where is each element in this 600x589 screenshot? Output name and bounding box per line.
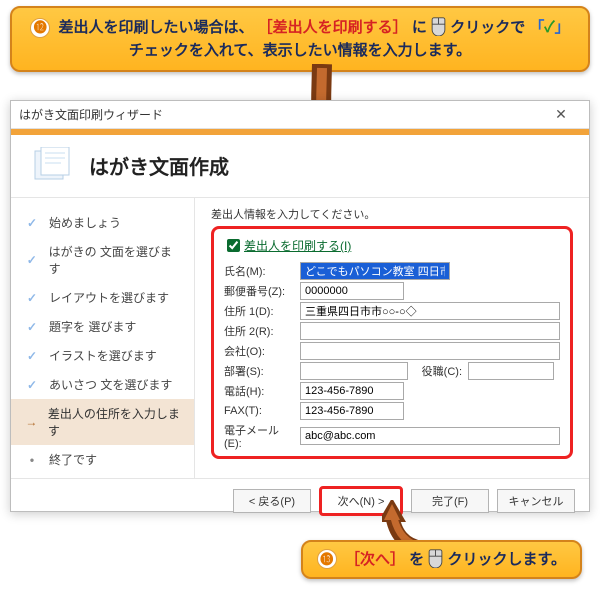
role-input[interactable] <box>468 362 554 380</box>
text: 差出人を印刷したい場合は、 <box>58 19 253 36</box>
check-icon: ✓ <box>25 378 39 392</box>
check-icon: ✓ <box>25 291 39 305</box>
label: 電話(H): <box>224 383 294 399</box>
callout-step-13: ⓭ ［次へ］ を クリックします。 <box>301 540 582 580</box>
label: 郵便番号(Z): <box>224 283 294 299</box>
addr2-input[interactable] <box>300 322 560 340</box>
cancel-button[interactable]: キャンセル <box>497 489 575 513</box>
print-sender-checkbox[interactable] <box>227 239 240 252</box>
postal-input[interactable] <box>300 282 404 300</box>
titlebar: はがき文面印刷ウィザード ✕ <box>11 101 589 129</box>
field-addr1: 住所 1(D): <box>224 302 560 320</box>
label: 役職(C): <box>414 363 462 379</box>
sidebar-item[interactable]: ✓ イラストを選びます <box>11 341 194 370</box>
text: を <box>409 551 424 568</box>
text: クリックで <box>450 19 525 36</box>
check-icon: ✓ <box>25 253 39 267</box>
label: 住所 2(R): <box>224 323 294 339</box>
check-icon: ✓ <box>25 216 39 230</box>
label: 部署(S): <box>224 363 294 379</box>
red-text: ［次へ］ <box>345 551 405 568</box>
fax-input[interactable] <box>300 402 404 420</box>
callout-step-12: ⓬ 差出人を印刷したい場合は、 ［差出人を印刷する］ に クリックで 「✓」 チ… <box>10 6 590 72</box>
field-email: 電子メール(E): <box>224 422 560 450</box>
sidebar-item-label: イラストを選びます <box>49 347 157 364</box>
dept-input[interactable] <box>300 362 408 380</box>
sidebar-item-label: 題字を 選びます <box>49 318 136 335</box>
sidebar-item-label: 始めましょう <box>49 214 121 231</box>
sidebar-item[interactable]: • 終了です <box>11 445 194 474</box>
mouse-icon <box>428 548 443 568</box>
text: チェックを入れて、表示したい情報を入力します。 <box>129 42 471 59</box>
dialog-header: はがき文面作成 <box>11 135 589 198</box>
sidebar-item[interactable]: ✓ レイアウトを選びます <box>11 283 194 312</box>
prompt-text: 差出人情報を入力してください。 <box>211 206 573 222</box>
sidebar-item-label: はがきの 文面を選びます <box>49 243 180 277</box>
wizard-dialog: はがき文面印刷ウィザード ✕ はがき文面作成 ✓ 始めましょう ✓ はがきの 文面を… <box>10 100 590 512</box>
sidebar-item-label: レイアウトを選びます <box>49 289 169 306</box>
addr1-input[interactable] <box>300 302 560 320</box>
quote-open: 「 <box>529 19 544 36</box>
dialog-heading: はがき文面作成 <box>89 151 229 180</box>
field-fax: FAX(T): <box>224 402 560 420</box>
badge-12: ⓬ <box>30 18 50 38</box>
checkbox-label: 差出人を印刷する(I) <box>244 237 351 254</box>
email-input[interactable] <box>300 427 560 445</box>
dialog-content: ✓ 始めましょう ✓ はがきの 文面を選びます ✓ レイアウトを選びます ✓ 題字を 選… <box>11 198 589 478</box>
window-title: はがき文面印刷ウィザード <box>19 106 541 123</box>
label: 会社(O): <box>224 343 294 359</box>
check-icon: ✓ <box>25 349 39 363</box>
checkmark-text: ✓ <box>544 19 554 36</box>
wizard-main: 差出人情報を入力してください。 差出人を印刷する(I) 氏名(M): 郵便番号(… <box>195 198 589 478</box>
field-name: 氏名(M): <box>224 262 560 280</box>
highlighted-form: 差出人を印刷する(I) 氏名(M): 郵便番号(Z): 住所 1(D): 住所 … <box>211 226 573 459</box>
badge-13: ⓭ <box>317 549 337 569</box>
label: 氏名(M): <box>224 263 294 279</box>
document-icon <box>31 147 75 183</box>
field-tel: 電話(H): <box>224 382 560 400</box>
text: に <box>412 19 427 36</box>
field-company: 会社(O): <box>224 342 560 360</box>
label: 電子メール(E): <box>224 422 294 450</box>
mouse-icon <box>431 16 446 36</box>
sidebar-item-active[interactable]: → 差出人の住所を入力します <box>11 399 194 445</box>
sidebar-item-label: あいさつ 文を選びます <box>49 376 172 393</box>
sidebar-item-label: 終了です <box>49 451 97 468</box>
red-text: ［差出人を印刷する］ <box>258 19 408 36</box>
sidebar-item[interactable]: ✓ はがきの 文面を選びます <box>11 237 194 283</box>
field-postal: 郵便番号(Z): <box>224 282 560 300</box>
sidebar-item[interactable]: ✓ 題字を 選びます <box>11 312 194 341</box>
sidebar-item[interactable]: ✓ あいさつ 文を選びます <box>11 370 194 399</box>
check-icon: ✓ <box>25 320 39 334</box>
wizard-sidebar: ✓ 始めましょう ✓ はがきの 文面を選びます ✓ レイアウトを選びます ✓ 題字を 選… <box>11 198 195 478</box>
quote-close: 」 <box>555 19 570 36</box>
dialog-footer: < 戻る(P) 次へ(N) > 完了(F) キャンセル <box>11 478 589 522</box>
label: FAX(T): <box>224 405 294 417</box>
name-input[interactable] <box>300 262 450 280</box>
close-icon: ✕ <box>555 106 567 123</box>
field-addr2: 住所 2(R): <box>224 322 560 340</box>
label: 住所 1(D): <box>224 303 294 319</box>
company-input[interactable] <box>300 342 560 360</box>
tel-input[interactable] <box>300 382 404 400</box>
dot-icon: • <box>25 453 39 467</box>
sidebar-item[interactable]: ✓ 始めましょう <box>11 208 194 237</box>
text: クリックします。 <box>447 551 566 568</box>
sidebar-item-label: 差出人の住所を入力します <box>48 405 180 439</box>
close-button[interactable]: ✕ <box>541 102 581 128</box>
back-button[interactable]: < 戻る(P) <box>233 489 311 513</box>
arrow-right-icon: → <box>25 415 38 429</box>
print-sender-checkbox-row[interactable]: 差出人を印刷する(I) <box>224 235 560 256</box>
field-dept: 部署(S): 役職(C): <box>224 362 560 380</box>
